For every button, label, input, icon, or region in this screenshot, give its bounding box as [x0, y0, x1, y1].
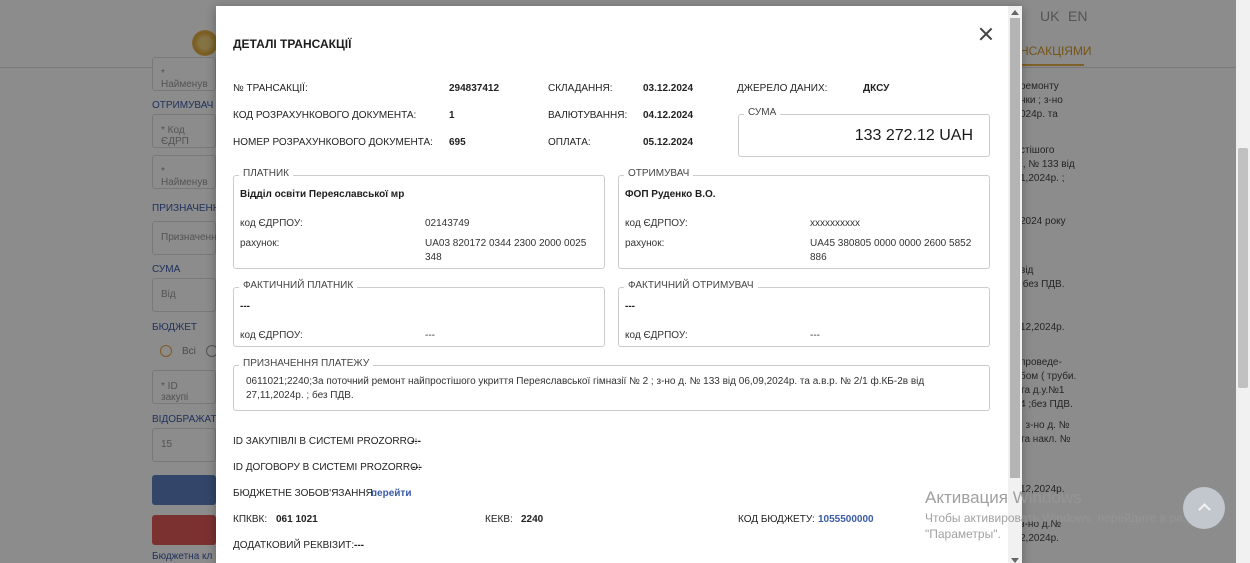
valuation-label: ВАЛЮТУВАННЯ:: [548, 110, 628, 121]
close-icon[interactable]: [978, 26, 994, 42]
actual-payer-box: ФАКТИЧНИЙ ПЛАТНИК --- код ЄДРПОУ: ---: [233, 280, 605, 347]
extra-label: ДОДАТКОВИЙ РЕКВІЗИТ:: [233, 540, 355, 551]
kekv-label: КЕКВ:: [485, 514, 513, 525]
sum-legend: СУМА: [744, 107, 781, 118]
windows-activation-subtitle: Чтобы активировать Windows, перейдите в …: [925, 511, 1209, 541]
payer-account-value: UA03 820172 0344 2300 2000 0025 348: [425, 238, 587, 263]
modal-title: ДЕТАЛІ ТРАНСАКЦІЇ: [233, 37, 352, 51]
doc-code-label: КОД РОЗРАХУНКОВОГО ДОКУМЕНТА:: [233, 110, 417, 121]
actual-payer-edrpou-value: ---: [425, 330, 435, 341]
actual-receiver-name: ---: [625, 301, 635, 312]
payer-legend: ПЛАТНИК: [239, 168, 293, 179]
scroll-up-icon[interactable]: [1011, 10, 1019, 15]
actual-payer-legend: ФАКТИЧНИЙ ПЛАТНИК: [239, 280, 358, 291]
page-scrollbar-thumb[interactable]: [1238, 148, 1248, 388]
created-label: СКЛАДАННЯ:: [548, 83, 613, 94]
receiver-legend: ОТРИМУВАЧ: [624, 168, 694, 179]
actual-receiver-edrpou-label: код ЄДРПОУ:: [625, 330, 688, 341]
source-label: ДЖЕРЕЛО ДАНИХ:: [737, 83, 828, 94]
prozorro-contract-value: ---: [412, 462, 422, 473]
windows-activation-title: Активация Windows: [925, 488, 1082, 507]
actual-receiver-box: ФАКТИЧНИЙ ОТРИМУВАЧ --- код ЄДРПОУ: ---: [618, 280, 990, 347]
doc-number-label: НОМЕР РОЗРАХУНКОВОГО ДОКУМЕНТА:: [233, 137, 433, 148]
extra-value: ---: [354, 540, 364, 551]
purpose-legend: ПРИЗНАЧЕННЯ ПЛАТЕЖУ: [239, 358, 374, 369]
payer-edrpou-value: 02143749: [425, 218, 470, 229]
payer-account-label: рахунок:: [240, 238, 280, 249]
transaction-no-label: № ТРАНСАКЦІЇ:: [233, 83, 308, 94]
prozorro-id-value: ---: [411, 436, 421, 447]
doc-code-value: 1: [449, 110, 455, 121]
kpkvk-label: КПКВК:: [233, 514, 268, 525]
receiver-box: ОТРИМУВАЧ ФОП Руденко В.О. код ЄДРПОУ: x…: [618, 168, 990, 269]
receiver-edrpou-value: xxxxxxxxxx: [810, 218, 860, 229]
budget-obligation-label: БЮДЖЕТНЕ ЗОБОВ'ЯЗАННЯ:: [233, 488, 376, 499]
source-value: ДКСУ: [863, 83, 890, 94]
receiver-name: ФОП Руденко В.О.: [625, 189, 716, 200]
actual-payer-name: ---: [240, 301, 250, 312]
kekv-value: 2240: [521, 514, 544, 525]
scroll-to-top-button[interactable]: [1183, 487, 1225, 529]
payment-value: 05.12.2024: [643, 137, 694, 148]
prozorro-id-label: ID ЗАКУПІВЛІ В СИСТЕМІ PROZORRO:: [233, 436, 418, 447]
page-scrollbar[interactable]: [1236, 0, 1250, 563]
modal-scrollbar[interactable]: [1008, 6, 1022, 563]
payer-box: ПЛАТНИК Відділ освіти Переяславської мр …: [233, 168, 605, 269]
budget-code-label: КОД БЮДЖЕТУ:: [738, 514, 815, 525]
payer-edrpou-label: код ЄДРПОУ:: [240, 218, 303, 229]
receiver-account-label: рахунок:: [625, 238, 665, 249]
scroll-down-icon[interactable]: [1011, 558, 1019, 563]
payment-label: ОПЛАТА:: [548, 137, 591, 148]
budget-obligation-link[interactable]: перейти: [371, 488, 411, 499]
receiver-edrpou-label: код ЄДРПОУ:: [625, 218, 688, 229]
doc-number-value: 695: [449, 137, 466, 148]
valuation-value: 04.12.2024: [643, 110, 694, 121]
budget-code-value[interactable]: 1055500000: [818, 514, 874, 525]
purpose-box: ПРИЗНАЧЕННЯ ПЛАТЕЖУ 0611021;2240;За пото…: [233, 358, 990, 411]
kpkvk-value: 061 1021: [276, 514, 318, 525]
purpose-text: 0611021;2240;За поточний ремонт найпрост…: [246, 376, 925, 401]
sum-box: СУМА 133 272.12 UAH: [738, 107, 990, 157]
receiver-account-value: UA45 380805 0000 0000 2600 5852 886: [810, 238, 972, 263]
actual-payer-edrpou-label: код ЄДРПОУ:: [240, 330, 303, 341]
actual-receiver-edrpou-value: ---: [810, 330, 820, 341]
actual-receiver-legend: ФАКТИЧНИЙ ОТРИМУВАЧ: [624, 280, 758, 291]
prozorro-contract-label: ID ДОГОВОРУ В СИСТЕМІ PROZORRO:: [233, 462, 421, 473]
transaction-details-modal: ДЕТАЛІ ТРАНСАКЦІЇ № ТРАНСАКЦІЇ: 29483741…: [216, 6, 1022, 563]
created-value: 03.12.2024: [643, 83, 694, 94]
transaction-no-value: 294837412: [449, 83, 500, 94]
payer-name: Відділ освіти Переяславської мр: [240, 189, 405, 200]
modal-scrollbar-thumb[interactable]: [1010, 18, 1020, 478]
sum-value: 133 272.12 UAH: [854, 127, 973, 144]
